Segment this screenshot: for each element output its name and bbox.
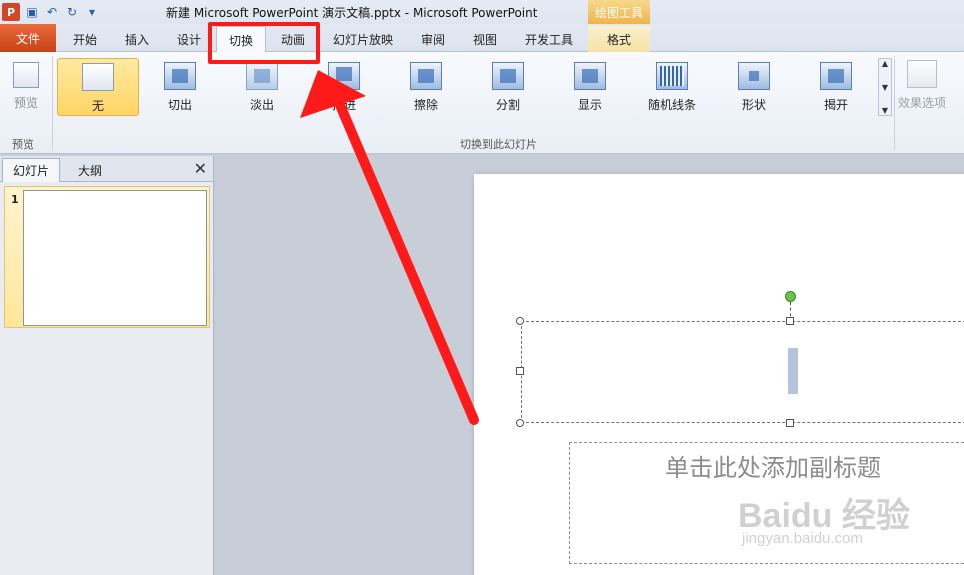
text-cursor [788,348,798,394]
push-transition-icon [328,62,360,90]
customize-qat-icon[interactable]: ▾ [84,4,100,20]
transition-random-bars[interactable]: 随机线条 [632,58,712,116]
powerpoint-app-icon[interactable]: P [2,3,20,21]
tab-file[interactable]: 文件 [0,24,56,52]
highlight-box [208,22,320,64]
tab-outline[interactable]: 大纲 [62,158,118,182]
tab-home[interactable]: 开始 [60,26,110,52]
tab-format[interactable]: 格式 [588,26,650,52]
uncover-transition-icon [820,62,852,90]
tab-developer[interactable]: 开发工具 [514,26,584,52]
scroll-up-icon[interactable]: ▲ [882,59,888,68]
transition-split[interactable]: 分割 [468,58,548,116]
transition-label: 显示 [577,98,602,112]
effect-options-icon [907,60,937,88]
transition-label: 擦除 [413,98,438,112]
transition-label: 推进 [331,98,356,112]
slide-thumbnail-selected[interactable]: 1 [4,186,210,328]
transition-cut[interactable]: 切出 [140,58,220,116]
group-label-preview: 预览 [12,138,34,151]
group-label-transitions: 切换到此幻灯片 [460,138,537,151]
transition-label: 随机线条 [647,98,696,112]
tab-view[interactable]: 视图 [460,26,510,52]
undo-icon[interactable]: ↶ [44,4,60,20]
preview-label: 预览 [13,96,38,110]
ribbon-transitions: 预览 预览 无 切出 淡出 推进 擦除 分割 显示 随机线条 形状 揭开 ▲ ▼… [0,52,964,154]
group-divider [52,56,53,150]
resize-handle[interactable] [786,419,794,427]
slide-thumbnail[interactable] [23,190,207,326]
fade-transition-icon [246,62,278,90]
cut-transition-icon [164,62,196,90]
transition-label: 切出 [167,98,192,112]
effect-options-label: 效果选项 [897,96,946,110]
transition-wipe[interactable]: 擦除 [386,58,466,116]
title-bar: P ▣ ↶ ↻ ▾ 新建 Microsoft PowerPoint 演示文稿.p… [0,0,964,24]
window-title: 新建 Microsoft PowerPoint 演示文稿.pptx - Micr… [166,6,538,20]
subtitle-placeholder-text: 单击此处添加副标题 [665,454,881,482]
transition-label: 揭开 [823,98,848,112]
tab-review[interactable]: 审阅 [408,26,458,52]
resize-handle[interactable] [516,419,524,427]
transition-label: 淡出 [249,98,274,112]
gallery-more-icon[interactable]: ▼ [882,106,888,115]
effect-options-button[interactable]: 效果选项 [896,58,948,128]
context-tool-title: 绘图工具 [588,0,650,24]
tab-design[interactable]: 设计 [164,26,214,52]
shape-transition-icon [738,62,770,90]
resize-handle[interactable] [516,317,524,325]
tab-slides[interactable]: 幻灯片 [2,158,60,182]
random-bars-icon [656,62,688,90]
transition-push[interactable]: 推进 [304,58,384,116]
split-transition-icon [492,62,524,90]
resize-handle[interactable] [786,317,794,325]
tab-insert[interactable]: 插入 [112,26,162,52]
quick-access-toolbar: P ▣ ↶ ↻ ▾ [2,2,100,22]
redo-icon[interactable]: ↻ [64,4,80,20]
rotation-handle[interactable] [785,291,796,302]
gallery-scroll[interactable]: ▲ ▼ ▼ [878,58,892,116]
group-divider [894,56,895,150]
ribbon-tabs: 文件 开始 插入 设计 切换 动画 幻灯片放映 审阅 视图 开发工具 格式 [0,24,964,53]
resize-handle[interactable] [516,367,524,375]
scroll-down-icon[interactable]: ▼ [882,83,888,92]
reveal-transition-icon [574,62,606,90]
transition-label: 分割 [495,98,520,112]
transition-reveal[interactable]: 显示 [550,58,630,116]
title-placeholder[interactable] [521,321,964,423]
transition-none[interactable]: 无 [57,58,139,116]
close-icon[interactable]: ✕ [194,159,207,178]
preview-button[interactable]: 预览 [6,58,46,116]
preview-icon [13,62,39,88]
transition-shape[interactable]: 形状 [714,58,794,116]
wipe-transition-icon [410,62,442,90]
transition-uncover[interactable]: 揭开 [796,58,876,116]
none-transition-icon [82,63,114,91]
save-icon[interactable]: ▣ [24,4,40,20]
slides-panel: 幻灯片 大纲 ✕ 1 [0,156,214,575]
transition-label: 无 [91,99,104,113]
tab-slideshow[interactable]: 幻灯片放映 [324,26,402,52]
transition-label: 形状 [741,98,766,112]
transition-fade[interactable]: 淡出 [222,58,302,116]
panel-tabs: 幻灯片 大纲 ✕ [0,156,213,182]
baidu-watermark-url: jingyan.baidu.com [742,530,863,547]
slide-number: 1 [11,193,19,206]
